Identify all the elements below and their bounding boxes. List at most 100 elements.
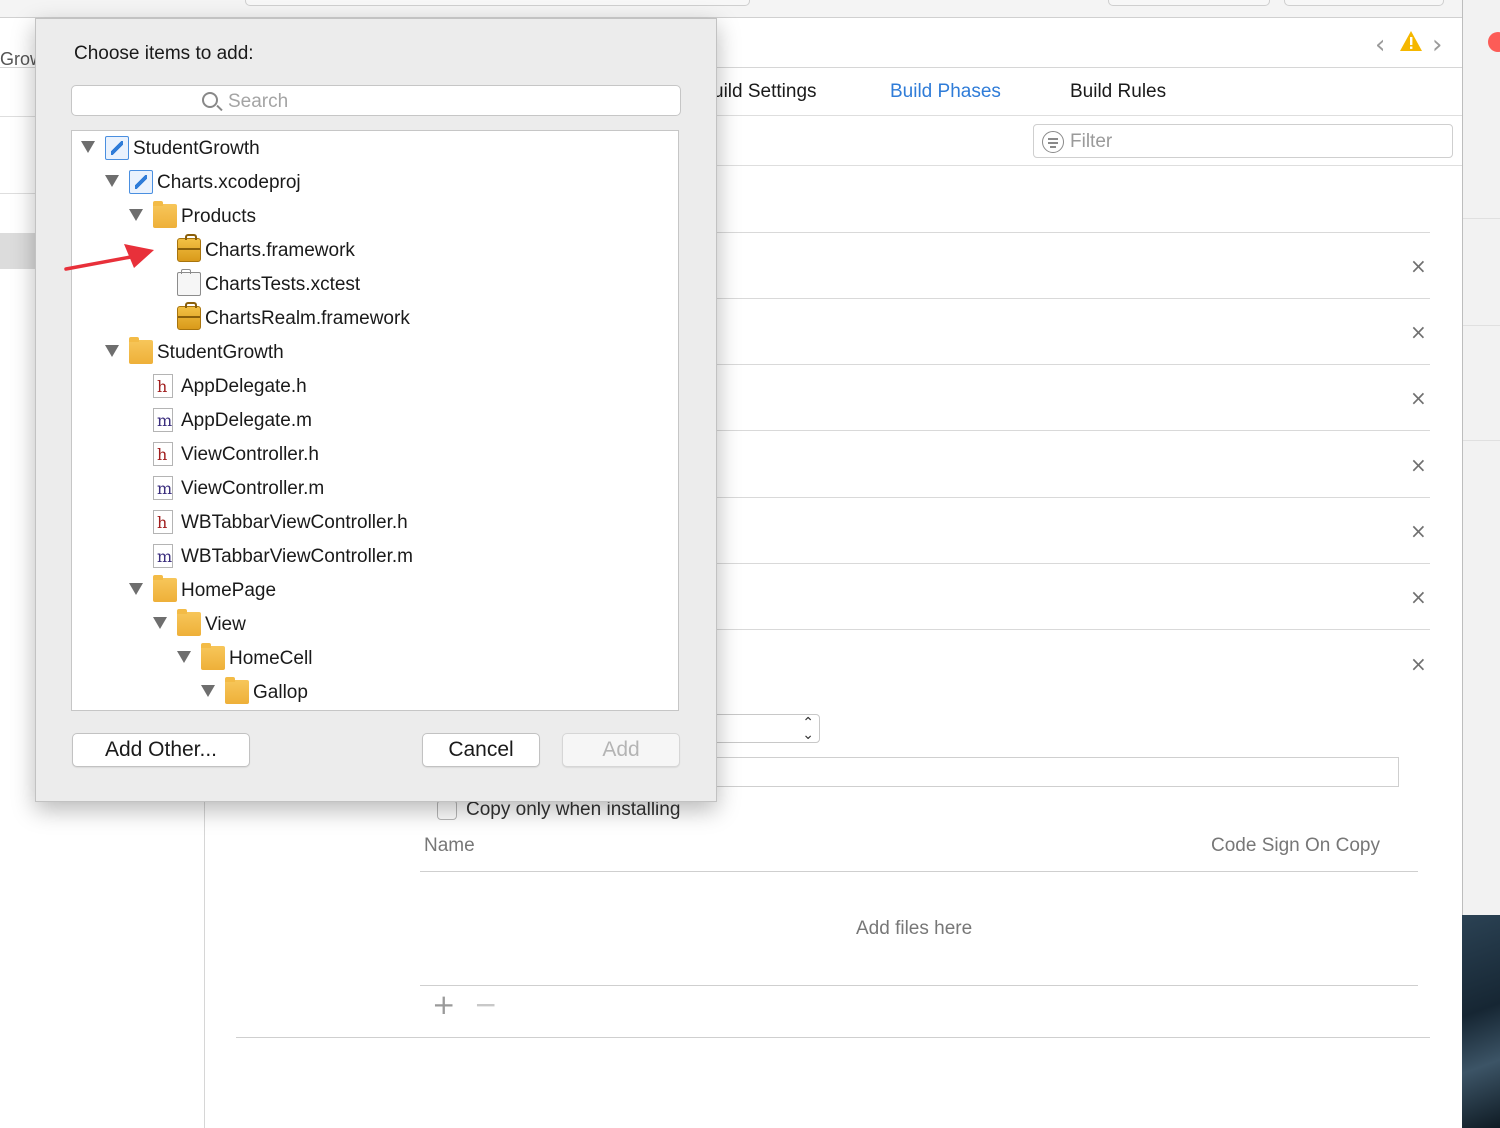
- updown-arrows-icon: ⌃ ⌄: [802, 715, 814, 743]
- add-icon[interactable]: +: [432, 990, 455, 1020]
- file-tree[interactable]: StudentGrowth Charts.xcodeproj Products Cha…: [71, 130, 679, 711]
- tree-row-label: Products: [181, 206, 256, 227]
- tree-row[interactable]: m WBTabbarViewController.m: [72, 540, 678, 574]
- close-icon[interactable]: ×: [1410, 386, 1427, 410]
- tree-row-label: StudentGrowth: [133, 138, 260, 159]
- disclosure-triangle-icon[interactable]: [153, 617, 167, 629]
- column-header-name[interactable]: Name: [424, 835, 475, 857]
- tree-row-label: ChartsTests.xctest: [205, 274, 361, 295]
- filter-icon: [1042, 131, 1064, 153]
- header-file-icon: h: [153, 374, 173, 398]
- disclosure-triangle-icon[interactable]: [201, 685, 215, 697]
- tree-row-label: ChartsRealm.framework: [205, 308, 410, 329]
- folder-icon: [201, 643, 225, 670]
- header-file-icon: h: [153, 510, 173, 534]
- add-button[interactable]: Add: [562, 733, 680, 767]
- empty-list-hint: Add files here: [856, 918, 973, 939]
- copy-only-label: Copy only when installing: [466, 799, 681, 820]
- close-icon[interactable]: ×: [1410, 320, 1427, 344]
- objc-file-icon: m: [153, 544, 173, 568]
- close-icon[interactable]: ×: [1410, 453, 1427, 477]
- tree-row[interactable]: StudentGrowth: [72, 336, 678, 370]
- tree-row[interactable]: View: [72, 608, 678, 642]
- tree-row-label: AppDelegate.h: [181, 376, 307, 397]
- navigator-selected-row[interactable]: [0, 233, 40, 269]
- xcode-project-icon: [129, 170, 153, 194]
- activity-view: [245, 0, 750, 6]
- close-icon[interactable]: ×: [1410, 585, 1427, 609]
- view-toggle-control[interactable]: [1284, 0, 1444, 6]
- editor-mode-control[interactable]: [1108, 0, 1270, 6]
- tree-row-label: HomePage: [181, 580, 277, 601]
- disclosure-triangle-icon[interactable]: [105, 345, 119, 357]
- framework-icon: [177, 302, 201, 330]
- tree-row[interactable]: ChartsRealm.framework: [72, 302, 678, 336]
- tree-row[interactable]: ChartsTests.xctest: [72, 268, 678, 302]
- folder-icon: [225, 677, 249, 704]
- close-icon[interactable]: ×: [1410, 254, 1427, 278]
- tree-row[interactable]: Products: [72, 200, 678, 234]
- choose-items-sheet: Choose items to add: Search StudentGrowt…: [35, 18, 717, 802]
- tree-row[interactable]: h ViewController.h: [72, 438, 678, 472]
- adjacent-window: [1462, 0, 1500, 915]
- folder-icon: [153, 201, 177, 228]
- chevron-right-icon[interactable]: ›: [1432, 30, 1442, 60]
- folder-icon: [177, 609, 201, 636]
- tree-row-label: WBTabbarViewController.m: [181, 546, 413, 567]
- search-placeholder: Search: [228, 91, 289, 112]
- tree-row-label: HomeCell: [229, 648, 313, 669]
- close-icon[interactable]: ×: [1410, 652, 1427, 676]
- tree-row-label: Charts.framework: [205, 240, 355, 261]
- tab-build-rules[interactable]: Build Rules: [1070, 81, 1166, 103]
- desktop-wallpaper: [1462, 915, 1500, 1128]
- xcode-project-icon: [105, 136, 129, 160]
- folder-icon: [129, 337, 153, 364]
- objc-file-icon: m: [153, 408, 173, 432]
- tree-row-label: Gallop: [253, 682, 308, 703]
- tree-row[interactable]: h WBTabbarViewController.h: [72, 506, 678, 540]
- tree-row-label: ViewController.h: [181, 444, 320, 465]
- tree-row[interactable]: m AppDelegate.m: [72, 404, 678, 438]
- copy-only-checkbox[interactable]: [437, 800, 457, 820]
- filter-field[interactable]: Filter: [1033, 124, 1453, 158]
- objc-file-icon: m: [153, 476, 173, 500]
- tree-row[interactable]: m ViewController.m: [72, 472, 678, 506]
- tree-row[interactable]: HomeCell: [72, 642, 678, 676]
- tree-row-label: WBTabbarViewController.h: [181, 512, 408, 533]
- sheet-title: Choose items to add:: [74, 43, 254, 64]
- tree-row[interactable]: Gallop: [72, 676, 678, 710]
- disclosure-triangle-icon[interactable]: [105, 175, 119, 187]
- tree-row[interactable]: StudentGrowth: [72, 132, 678, 166]
- close-icon[interactable]: ×: [1410, 519, 1427, 543]
- toolbar-strip: [0, 0, 1462, 18]
- add-other-button[interactable]: Add Other...: [72, 733, 250, 767]
- search-input[interactable]: Search: [71, 85, 681, 116]
- destination-popup[interactable]: ⌃ ⌄: [700, 714, 820, 743]
- search-icon: [202, 92, 218, 108]
- remove-icon[interactable]: −: [474, 990, 497, 1020]
- tree-row-label: AppDelegate.m: [181, 410, 312, 431]
- disclosure-triangle-icon[interactable]: [129, 583, 143, 595]
- tree-row[interactable]: h AppDelegate.h: [72, 370, 678, 404]
- test-bundle-icon: [177, 269, 201, 296]
- tree-row[interactable]: Charts.framework: [72, 234, 678, 268]
- disclosure-triangle-icon[interactable]: [177, 651, 191, 663]
- disclosure-triangle-icon[interactable]: [129, 209, 143, 221]
- warning-icon[interactable]: [1399, 30, 1423, 52]
- subpath-field[interactable]: [700, 757, 1399, 787]
- disclosure-triangle-icon[interactable]: [81, 141, 95, 153]
- cancel-button[interactable]: Cancel: [422, 733, 540, 767]
- tree-row[interactable]: HomePage: [72, 574, 678, 608]
- filter-placeholder: Filter: [1070, 131, 1113, 152]
- tree-row-label: ViewController.m: [181, 478, 325, 499]
- framework-icon: [177, 234, 201, 262]
- annotation-arrow: [64, 244, 154, 271]
- tab-build-phases[interactable]: Build Phases: [890, 81, 1001, 103]
- tree-row-label: StudentGrowth: [157, 342, 284, 363]
- header-file-icon: h: [153, 442, 173, 466]
- tree-row[interactable]: Charts.xcodeproj: [72, 166, 678, 200]
- chevron-left-icon[interactable]: ‹: [1375, 30, 1385, 60]
- tab-build-settings[interactable]: uild Settings: [713, 81, 817, 103]
- column-header-code-sign[interactable]: Code Sign On Copy: [1211, 835, 1380, 857]
- tree-row-label: View: [205, 614, 246, 635]
